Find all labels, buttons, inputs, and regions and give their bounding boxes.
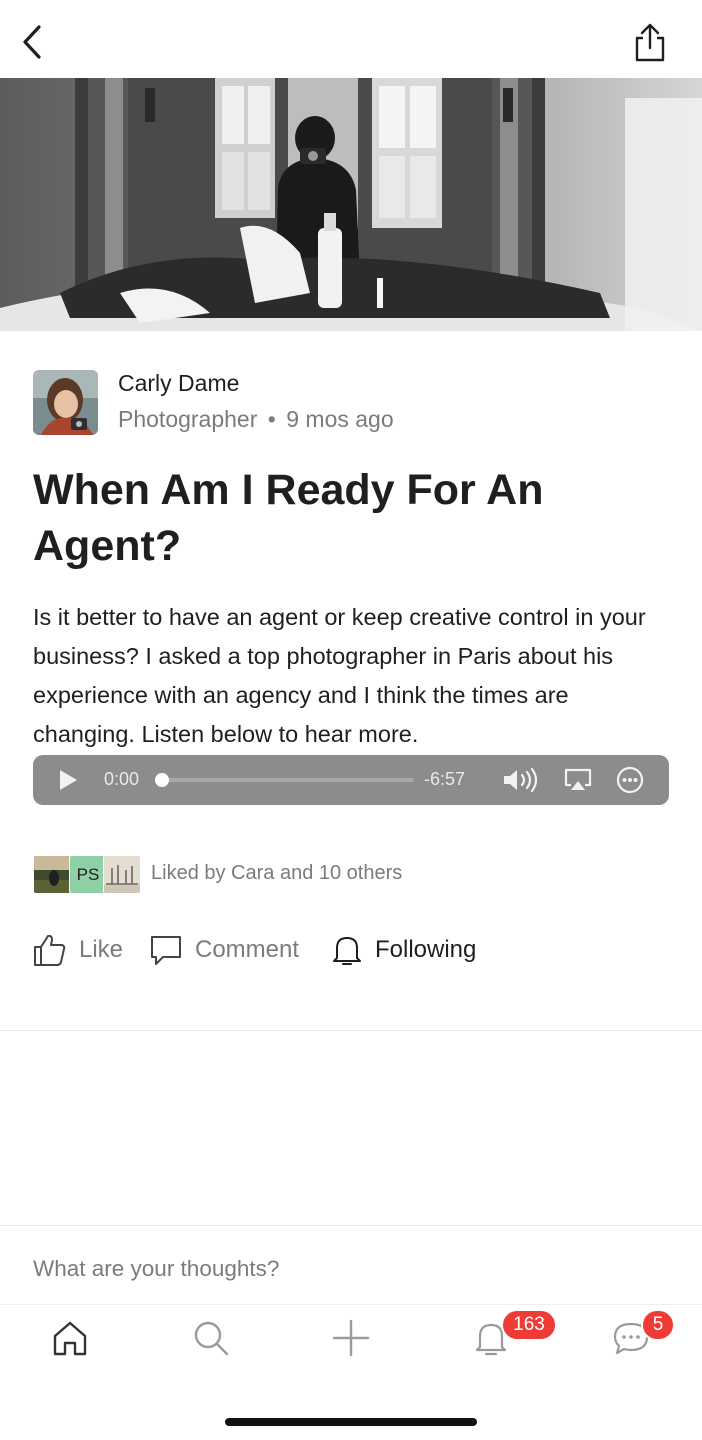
tab-create[interactable] — [321, 1310, 381, 1366]
bell-icon — [333, 937, 361, 965]
search-icon — [194, 1321, 229, 1356]
tabbar-divider — [0, 1304, 702, 1305]
progress-track[interactable] — [161, 778, 414, 782]
messages-badge: 5 — [641, 1309, 675, 1341]
home-indicator — [225, 1418, 477, 1426]
author-avatar[interactable] — [33, 370, 98, 435]
like-icon — [34, 934, 66, 966]
author-meta: Photographer • 9 mos ago — [118, 406, 394, 433]
author-role: Photographer — [118, 406, 258, 432]
plus-icon — [332, 1319, 370, 1357]
comment-input[interactable]: What are your thoughts? — [33, 1256, 279, 1282]
liker-avatar — [33, 855, 71, 894]
airplay-icon — [564, 768, 592, 790]
home-icon — [53, 1321, 87, 1356]
audio-player: 0:00 -6:57 — [33, 755, 669, 805]
liker-avatar — [103, 855, 141, 894]
tab-home[interactable] — [40, 1310, 100, 1366]
hero-image — [0, 78, 702, 331]
remaining-time: -6:57 — [424, 769, 466, 789]
progress-thumb[interactable] — [155, 773, 169, 787]
post-title: When Am I Ready For An Agent? — [33, 466, 544, 570]
more-options-button[interactable] — [615, 765, 645, 795]
more-icon — [616, 766, 644, 794]
top-bar — [0, 0, 702, 78]
back-button[interactable] — [14, 22, 50, 62]
like-label: Like — [79, 936, 124, 963]
comment-divider — [0, 1225, 702, 1226]
section-divider — [0, 1030, 702, 1031]
post-body: Is it better to have an agent or keep cr… — [33, 604, 646, 747]
liked-by-text[interactable]: Liked by Cara and 10 others — [151, 862, 402, 885]
elapsed-time: 0:00 — [104, 769, 140, 789]
author-name[interactable]: Carly Dame — [118, 370, 239, 397]
meta-separator: • — [267, 406, 276, 432]
following-label: Following — [375, 936, 477, 963]
post-age: 9 mos ago — [286, 406, 394, 432]
notifications-badge: 163 — [501, 1309, 557, 1341]
likers-avatars[interactable]: PS — [33, 855, 141, 894]
volume-button[interactable] — [499, 765, 541, 795]
play-button[interactable] — [53, 765, 83, 795]
play-icon — [60, 770, 77, 790]
liker-avatar-initials: PS — [69, 855, 107, 894]
comment-label: Comment — [195, 936, 300, 963]
comment-icon — [151, 936, 181, 965]
back-icon — [23, 25, 41, 59]
volume-icon — [504, 767, 538, 793]
following-button[interactable]: Following — [331, 930, 476, 970]
like-button[interactable]: Like — [33, 930, 123, 970]
share-icon — [635, 23, 665, 62]
share-button[interactable] — [628, 20, 672, 64]
liker-initials: PS — [76, 864, 100, 884]
tab-search[interactable] — [181, 1310, 241, 1366]
comment-button[interactable]: Comment — [149, 930, 299, 970]
airplay-button[interactable] — [561, 765, 595, 795]
